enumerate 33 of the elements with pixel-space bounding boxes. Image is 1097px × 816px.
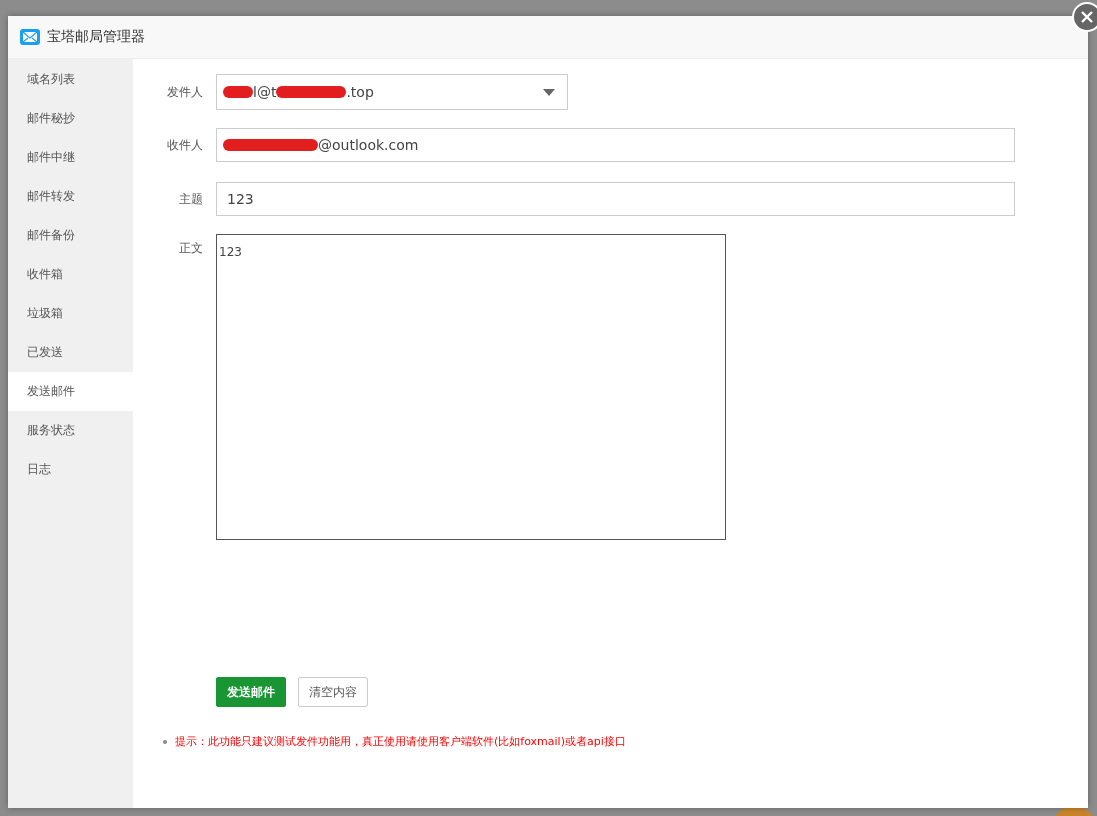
send-button[interactable]: 发送邮件 bbox=[216, 677, 286, 707]
field-value: .top bbox=[346, 84, 374, 100]
field-label: 主题 bbox=[178, 190, 204, 208]
sidebar-item[interactable]: 邮件秘抄 bbox=[8, 99, 133, 138]
field-label: 正文 bbox=[178, 240, 204, 257]
bullet-icon bbox=[163, 739, 167, 744]
window-title: 宝塔邮局管理器 bbox=[47, 28, 145, 46]
field-label: 收件人 bbox=[166, 136, 204, 154]
sidebar-item[interactable]: 收件箱 bbox=[8, 255, 133, 294]
field-value: @outlook.com bbox=[318, 137, 419, 153]
sidebar-item[interactable]: 垃圾箱 bbox=[8, 294, 133, 333]
caret-icon bbox=[543, 89, 555, 96]
tip-text: 提示：此功能只建议测试发件功能用，真正使用请使用客户端软件(比如foxmail)或者api接口 bbox=[175, 734, 626, 749]
recipient-field[interactable]: @outlook.com bbox=[216, 128, 1015, 162]
sidebar-item[interactable]: 发送邮件 bbox=[8, 372, 133, 411]
mail-icon bbox=[20, 29, 40, 45]
close-button[interactable] bbox=[1072, 2, 1097, 32]
sidebar-item[interactable]: 日志 bbox=[8, 450, 133, 489]
sidebar-item[interactable]: 已发送 bbox=[8, 333, 133, 372]
sender-select[interactable]: l@t .top bbox=[216, 74, 568, 110]
sidebar-item[interactable]: 邮件中继 bbox=[8, 138, 133, 177]
clear-button[interactable]: 清空内容 bbox=[298, 677, 368, 707]
sidebar-item[interactable]: 邮件转发 bbox=[8, 177, 133, 216]
sidebar-item[interactable]: 邮件备份 bbox=[8, 216, 133, 255]
field-value: l@t bbox=[253, 84, 277, 100]
close-icon bbox=[1080, 10, 1094, 24]
subject-field[interactable]: 123 bbox=[216, 182, 1015, 216]
body-textarea[interactable]: 123 bbox=[216, 234, 726, 540]
sidebar-item[interactable]: 服务状态 bbox=[8, 411, 133, 450]
redaction-mark bbox=[223, 86, 253, 98]
redaction-mark bbox=[276, 86, 347, 98]
field-label: 发件人 bbox=[166, 83, 204, 101]
sidebar-item[interactable]: 域名列表 bbox=[8, 60, 133, 99]
